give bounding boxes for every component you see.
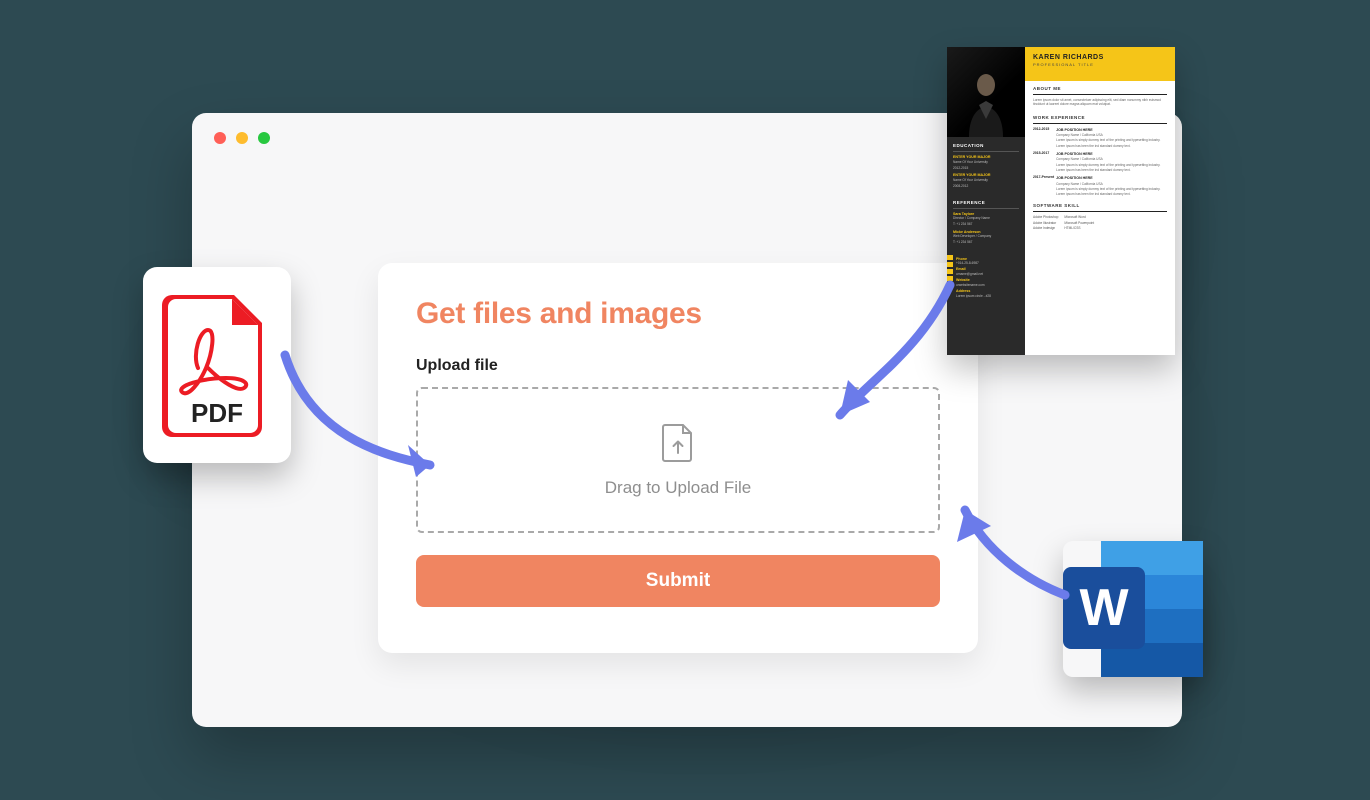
resume-job: 2015-2017 JOB POSITION HERECompany Name … (1033, 151, 1167, 172)
resume-edu2-dates: 2008-2012 (953, 184, 1019, 188)
dropzone-text: Drag to Upload File (605, 478, 751, 498)
file-dropzone[interactable]: Drag to Upload File (416, 387, 940, 533)
resume-about-text: Lorem ipsum dolor sit amet, consectetuer… (1033, 98, 1167, 106)
resume-address-value: Lorem ipsum circle - #28 (956, 294, 1019, 298)
resume-preview: EDUCATION ENTER YOUR MAJOR Name Of Your … (947, 47, 1175, 355)
resume-subtitle: PROFESSIONAL TITLE (1033, 62, 1167, 67)
resume-skill-heading: SOFTWARE SKILL (1033, 203, 1167, 212)
resume-job: 2012-2015 JOB POSITION HERECompany Name … (1033, 127, 1167, 148)
resume-about-heading: ABOUT ME (1033, 86, 1167, 95)
resume-photo (947, 47, 1025, 137)
upload-field-label: Upload file (416, 357, 940, 375)
submit-button[interactable]: Submit (416, 555, 940, 607)
resume-name: KAREN RICHARDS (1033, 53, 1167, 62)
word-letter: W (1079, 579, 1129, 637)
pdf-label-text: PDF (191, 398, 243, 428)
resume-edu1-sub: Name Of Your University (953, 160, 1019, 164)
window-zoom-dot[interactable] (258, 132, 270, 144)
card-title: Get files and images (416, 297, 940, 331)
upload-card: Get files and images Upload file Drag to… (378, 263, 978, 653)
resume-email-value: urname@gmail.net (956, 272, 1019, 276)
resume-phone-value: +014-25-8-6987 (956, 261, 1019, 265)
resume-edu2-sub: Name Of Your University (953, 178, 1019, 182)
resume-work-heading: WORK EXPERIENCE (1033, 115, 1167, 124)
resume-edu1-dates: 2012-2015 (953, 166, 1019, 170)
window-minimize-dot[interactable] (236, 132, 248, 144)
resume-website-value: urwebsitename.com (956, 283, 1019, 287)
word-file-icon: W (1063, 541, 1203, 677)
resume-ref2-phone: T: +1 234 567 (953, 240, 1019, 244)
upload-file-icon (661, 423, 695, 468)
resume-job: 2017-Present JOB POSITION HERECompany Na… (1033, 175, 1167, 196)
resume-ref1-role: Director / Company Name (953, 216, 1019, 220)
resume-reference-heading: REFERENCE (953, 200, 1019, 209)
resume-ref2-role: Web Developer / Company (953, 234, 1019, 238)
resume-education-heading: EDUCATION (953, 143, 1019, 152)
window-close-dot[interactable] (214, 132, 226, 144)
pdf-file-icon: PDF (143, 267, 291, 463)
resume-ref1-phone: T: +1 234 567 (953, 222, 1019, 226)
